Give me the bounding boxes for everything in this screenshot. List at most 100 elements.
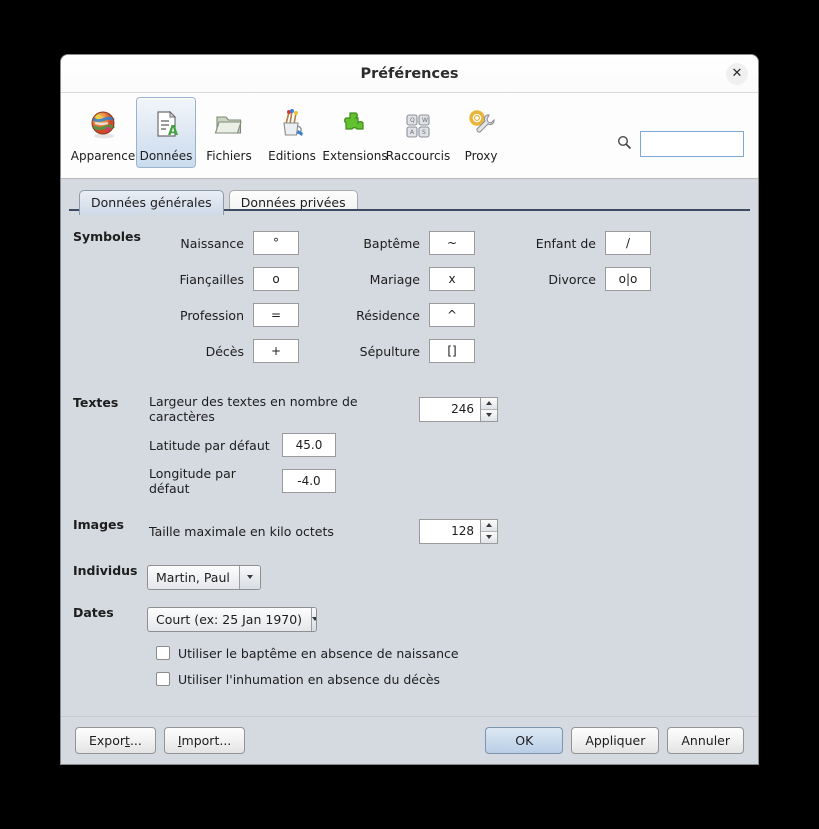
label-divorce: Divorce <box>548 271 596 287</box>
toolbar-item-editions[interactable]: Editions <box>262 97 322 168</box>
toolbar-item-proxy[interactable]: Proxy <box>451 97 511 168</box>
section-title-dates: Dates <box>73 605 114 620</box>
checkbox-inhumation[interactable] <box>156 672 170 686</box>
label-deces: Décès <box>205 343 244 359</box>
ok-button[interactable]: OK <box>485 727 564 754</box>
settings-panel: Symboles Naissance ° Baptême ~ Enfant de… <box>61 211 758 716</box>
individus-row: Martin, Paul <box>147 559 758 595</box>
import-button[interactable]: Import... <box>163 727 246 754</box>
toolbar: Apparence A Données Fichiers Editions Ex… <box>61 93 758 179</box>
toolbar-item-raccourcis[interactable]: Q W A S Raccourcis <box>385 97 451 168</box>
dropdown-dates-format[interactable]: Court (ex: 25 Jan 1970) <box>147 606 317 632</box>
latitude-row: Latitude par défaut 45.0 <box>147 427 758 463</box>
dropdown-dates-value: Court (ex: 25 Jan 1970) <box>156 611 303 627</box>
field-fiancailles[interactable]: o <box>253 267 299 291</box>
title-bar: Préférences ✕ <box>61 55 758 93</box>
field-residence[interactable]: ^ <box>429 303 475 327</box>
search-area <box>617 131 744 157</box>
toolbar-item-donnees[interactable]: A Données <box>136 97 196 168</box>
section-symboles: Symboles Naissance ° Baptême ~ Enfant de… <box>61 225 758 369</box>
spinner-buttons <box>480 519 497 543</box>
arrow-up-icon <box>486 401 492 405</box>
section-images: Images Taille maximale en kilo octets <box>61 513 758 549</box>
tab-donnees-generales[interactable]: Données générales <box>79 190 224 215</box>
field-divorce[interactable]: o|o <box>605 267 651 291</box>
label-largeur-textes: Largeur des textes en nombre de caractèr… <box>149 394 358 424</box>
symbole-row: Décès + Sépulture [] <box>147 333 758 369</box>
label-sepulture: Sépulture <box>359 343 420 359</box>
spinner-up-button[interactable] <box>481 397 497 410</box>
folder-icon <box>213 102 245 146</box>
spinner-down-button[interactable] <box>481 531 497 543</box>
arrow-down-icon <box>486 535 492 539</box>
search-input[interactable] <box>640 131 744 157</box>
spinner-taille-maximale[interactable] <box>419 518 498 544</box>
section-textes: Textes Largeur des textes en nombre de c… <box>61 391 758 499</box>
toolbar-item-label: Fichiers <box>206 149 252 163</box>
label-bapteme: Baptême <box>363 235 420 251</box>
section-title-symboles: Symboles <box>73 229 141 244</box>
field-latitude[interactable]: 45.0 <box>282 433 336 457</box>
field-enfant-de[interactable]: / <box>605 231 651 255</box>
section-title-individus: Individus <box>73 563 138 578</box>
toolbar-item-label: Apparence <box>70 149 136 163</box>
label-taille-maximale: Taille maximale en kilo octets <box>149 523 334 539</box>
spinner-up-button[interactable] <box>481 519 497 532</box>
toolbar-item-label: Raccourcis <box>385 149 451 163</box>
label-longitude: Longitude par défaut <box>149 466 236 496</box>
spinner-largeur-textes[interactable] <box>419 396 498 422</box>
cancel-button[interactable]: Annuler <box>667 727 744 754</box>
label-fiancailles: Fiançailles <box>179 271 245 287</box>
symbole-row: Naissance ° Baptême ~ Enfant de / <box>147 225 758 261</box>
label-enfant-de: Enfant de <box>535 235 596 251</box>
toolbar-item-fichiers[interactable]: Fichiers <box>199 97 259 168</box>
label-latitude: Latitude par défaut <box>149 437 270 453</box>
checkbox-inhumation-label: Utiliser l'inhumation en absence du décè… <box>178 671 441 687</box>
field-profession[interactable]: = <box>253 303 299 327</box>
apply-button[interactable]: Appliquer <box>571 727 660 754</box>
svg-text:A: A <box>168 124 178 139</box>
section-title-textes: Textes <box>73 395 119 410</box>
chevron-down-icon[interactable] <box>238 565 260 589</box>
toolbar-item-label: Editions <box>268 149 316 163</box>
symbole-row: Profession = Résidence ^ <box>147 297 758 333</box>
toolbar-item-apparence[interactable]: Apparence <box>70 97 136 168</box>
export-button[interactable]: Export... <box>75 727 156 754</box>
gear-wrench-icon <box>465 102 497 146</box>
dropdown-individus[interactable]: Martin, Paul <box>147 564 261 590</box>
chevron-down-icon[interactable] <box>311 607 316 631</box>
document-a-icon: A <box>150 102 182 146</box>
spinner-taille-input[interactable] <box>420 519 480 543</box>
toolbar-item-extensions[interactable]: Extensions <box>322 97 388 168</box>
arrow-down-icon <box>486 413 492 417</box>
page-title: Préférences <box>360 66 459 82</box>
field-bapteme[interactable]: ~ <box>429 231 475 255</box>
keyboard-keys-icon: Q W A S <box>402 102 434 146</box>
checkbox-bapteme-label: Utiliser le baptême en absence de naissa… <box>178 645 459 661</box>
globe-flags-icon <box>87 102 119 146</box>
longitude-row: Longitude par défaut -4.0 <box>147 463 758 499</box>
puzzle-piece-icon <box>339 102 371 146</box>
toolbar-item-label: Données <box>139 149 193 163</box>
search-icon <box>617 135 632 154</box>
svg-text:S: S <box>422 129 426 136</box>
field-sepulture[interactable]: [] <box>429 339 475 363</box>
arrow-up-icon <box>486 523 492 527</box>
field-longitude[interactable]: -4.0 <box>282 469 336 493</box>
checkbox-bapteme[interactable] <box>156 646 170 660</box>
textes-largeur-row: Largeur des textes en nombre de caractèr… <box>147 391 758 427</box>
spinner-down-button[interactable] <box>481 409 497 421</box>
close-icon[interactable]: ✕ <box>726 63 748 85</box>
spinner-largeur-input[interactable] <box>420 397 480 421</box>
dates-row: Court (ex: 25 Jan 1970) <box>147 601 758 637</box>
label-residence: Résidence <box>356 307 420 323</box>
dropdown-individus-value: Martin, Paul <box>156 569 230 585</box>
dialog-footer: Export... Import... OK Appliquer Annuler <box>61 716 758 764</box>
field-naissance[interactable]: ° <box>253 231 299 255</box>
tab-strip: Données générales Données privées <box>61 179 758 215</box>
field-mariage[interactable]: x <box>429 267 475 291</box>
field-deces[interactable]: + <box>253 339 299 363</box>
brush-cup-icon <box>276 102 308 146</box>
toolbar-item-label: Extensions <box>322 149 388 163</box>
label-mariage: Mariage <box>369 271 420 287</box>
